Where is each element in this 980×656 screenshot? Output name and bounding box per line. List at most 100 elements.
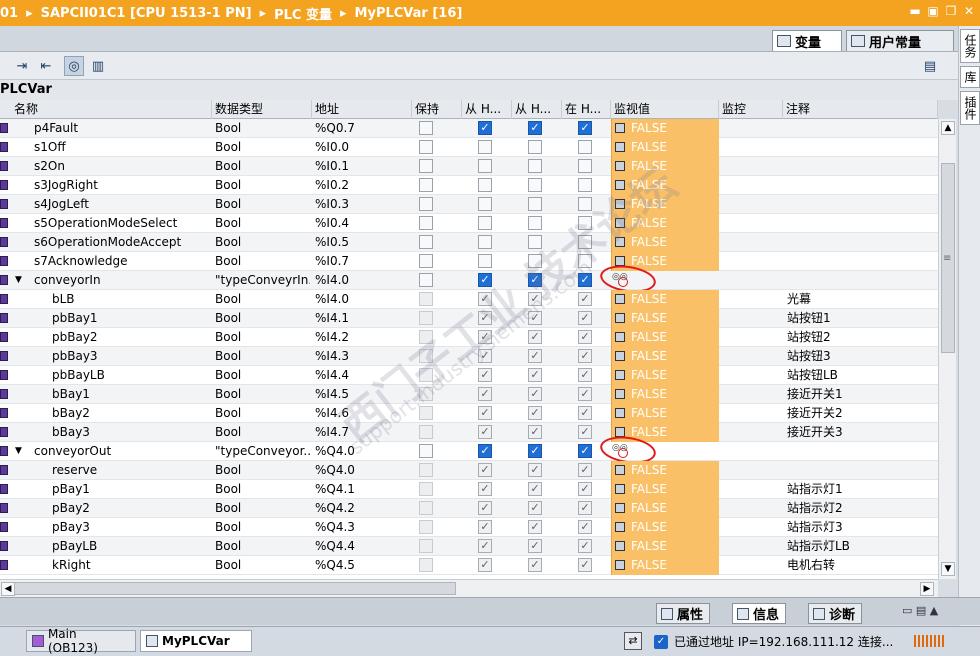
hmi-checkbox[interactable]: ✓ (528, 311, 542, 325)
hmi-checkbox[interactable]: ✓ (528, 273, 542, 287)
comment[interactable] (787, 119, 935, 138)
hmi-checkbox[interactable] (478, 197, 492, 211)
data-type[interactable]: Bool (215, 195, 310, 214)
address[interactable]: %I0.0 (315, 138, 410, 157)
hmi-checkbox[interactable]: ✓ (528, 349, 542, 363)
comment[interactable] (787, 195, 935, 214)
tag-name[interactable]: conveyorIn (34, 271, 210, 290)
address[interactable]: %Q4.5 (315, 556, 410, 575)
task-tab-1[interactable]: 库 (960, 66, 980, 88)
hmi-checkbox[interactable]: ✓ (528, 330, 542, 344)
hmi-checkbox[interactable]: ✓ (578, 349, 592, 363)
comment[interactable] (787, 214, 935, 233)
hmi-checkbox[interactable]: ✓ (478, 349, 492, 363)
tag-name[interactable]: s5OperationModeSelect (34, 214, 210, 233)
hmi-checkbox[interactable]: ✓ (478, 121, 492, 135)
hmi-checkbox[interactable] (528, 197, 542, 211)
hmi-checkbox[interactable] (528, 178, 542, 192)
hmi-checkbox[interactable] (578, 178, 592, 192)
table-row[interactable]: s3JogRight Bool %I0.2 FALSE (0, 176, 938, 195)
data-type[interactable]: Bool (215, 119, 310, 138)
hmi-checkbox[interactable]: ✓ (478, 482, 492, 496)
comment[interactable]: 站指示灯LB (787, 537, 935, 556)
table-row[interactable]: pbBayLB Bool %I4.4 ✓ ✓ ✓ FALSE 站按钮LB (0, 366, 938, 385)
table-row[interactable]: s1Off Bool %I0.0 FALSE (0, 138, 938, 157)
comment[interactable]: 接近开关1 (787, 385, 935, 404)
table-row[interactable]: s6OperationModeAccept Bool %I0.5 FALSE (0, 233, 938, 252)
tag-name[interactable]: reserve (52, 461, 210, 480)
table-row[interactable]: pbBay1 Bool %I4.1 ✓ ✓ ✓ FALSE 站按钮1 (0, 309, 938, 328)
data-type[interactable]: Bool (215, 404, 310, 423)
hmi-checkbox[interactable]: ✓ (478, 558, 492, 572)
horizontal-scrollbar[interactable]: ◀ ▶ (0, 579, 938, 597)
tab-diagnostics[interactable]: 诊断 (808, 603, 863, 624)
data-type[interactable]: Bool (215, 309, 310, 328)
tag-name[interactable]: bBay2 (52, 404, 210, 423)
data-type[interactable]: "typeConveyrIn... (215, 271, 310, 290)
hmi-checkbox[interactable]: ✓ (478, 311, 492, 325)
tab-tags[interactable]: 变量 (772, 30, 842, 51)
scroll-up-icon[interactable]: ▲ (941, 121, 955, 135)
data-type[interactable]: Bool (215, 518, 310, 537)
address[interactable]: %Q4.0 (315, 442, 410, 461)
hmi-checkbox[interactable]: ✓ (578, 501, 592, 515)
address[interactable]: %Q4.4 (315, 537, 410, 556)
hmi-checkbox[interactable]: ✓ (528, 425, 542, 439)
comment[interactable]: 站按钮2 (787, 328, 935, 347)
table-row[interactable]: bLB Bool %I4.0 ✓ ✓ ✓ FALSE 光幕 (0, 290, 938, 309)
hmi-checkbox[interactable]: ✓ (478, 463, 492, 477)
tab-info[interactable]: 信息 (732, 603, 787, 624)
hmi-checkbox[interactable]: ✓ (528, 406, 542, 420)
comment[interactable] (787, 461, 935, 480)
retain-checkbox[interactable] (419, 159, 433, 173)
table-row[interactable]: kRight Bool %Q4.5 ✓ ✓ ✓ FALSE 电机右转 (0, 556, 938, 575)
retain-checkbox[interactable] (419, 197, 433, 211)
comment[interactable]: 站指示灯3 (787, 518, 935, 537)
insert-row-icon[interactable]: ⇥ (12, 56, 32, 76)
hmi-checkbox[interactable] (528, 140, 542, 154)
data-type[interactable]: Bool (215, 366, 310, 385)
hmi-checkbox[interactable] (578, 159, 592, 173)
tag-name[interactable]: s1Off (34, 138, 210, 157)
hmi-checkbox[interactable]: ✓ (578, 121, 592, 135)
tab-user-constants[interactable]: 用户常量 (846, 30, 954, 51)
hmi-checkbox[interactable]: ✓ (478, 444, 492, 458)
minimize-icon[interactable]: ▬ (908, 4, 922, 18)
hmi-checkbox[interactable]: ✓ (578, 387, 592, 401)
address[interactable]: %I4.3 (315, 347, 410, 366)
hmi-checkbox[interactable]: ✓ (528, 121, 542, 135)
hmi-checkbox[interactable]: ✓ (528, 387, 542, 401)
data-type[interactable]: Bool (215, 328, 310, 347)
hmi-checkbox[interactable]: ✓ (578, 311, 592, 325)
window-split-icon[interactable]: ▤ (920, 56, 940, 76)
tag-name[interactable]: pbBay3 (52, 347, 210, 366)
address[interactable]: %I4.4 (315, 366, 410, 385)
hmi-checkbox[interactable]: ✓ (578, 558, 592, 572)
hmi-checkbox[interactable]: ✓ (578, 330, 592, 344)
comment[interactable] (787, 442, 935, 461)
address[interactable]: %I4.5 (315, 385, 410, 404)
address[interactable]: %I0.5 (315, 233, 410, 252)
close-icon[interactable]: ✕ (962, 4, 976, 18)
address[interactable]: %I0.1 (315, 157, 410, 176)
column-header[interactable]: 监控 (719, 100, 783, 119)
address[interactable]: %Q4.1 (315, 480, 410, 499)
table-row[interactable]: pBay2 Bool %Q4.2 ✓ ✓ ✓ FALSE 站指示灯2 (0, 499, 938, 518)
retain-checkbox[interactable] (419, 235, 433, 249)
comment[interactable] (787, 138, 935, 157)
comment[interactable] (787, 271, 935, 290)
table-row[interactable]: s2On Bool %I0.1 FALSE (0, 157, 938, 176)
taskbar-item[interactable]: MyPLCVar (140, 630, 252, 652)
hmi-checkbox[interactable]: ✓ (478, 406, 492, 420)
data-type[interactable]: Bool (215, 290, 310, 309)
hmi-checkbox[interactable] (478, 235, 492, 249)
tag-name[interactable]: s4JogLeft (34, 195, 210, 214)
tag-name[interactable]: pbBay1 (52, 309, 210, 328)
data-type[interactable]: Bool (215, 347, 310, 366)
address[interactable]: %Q4.0 (315, 461, 410, 480)
table-row[interactable]: bBay3 Bool %I4.7 ✓ ✓ ✓ FALSE 接近开关3 (0, 423, 938, 442)
hmi-checkbox[interactable]: ✓ (478, 330, 492, 344)
breadcrumb-item[interactable]: MyPLCVar [16] (355, 6, 463, 21)
column-header[interactable]: 地址 (312, 100, 412, 119)
comment[interactable]: 接近开关3 (787, 423, 935, 442)
